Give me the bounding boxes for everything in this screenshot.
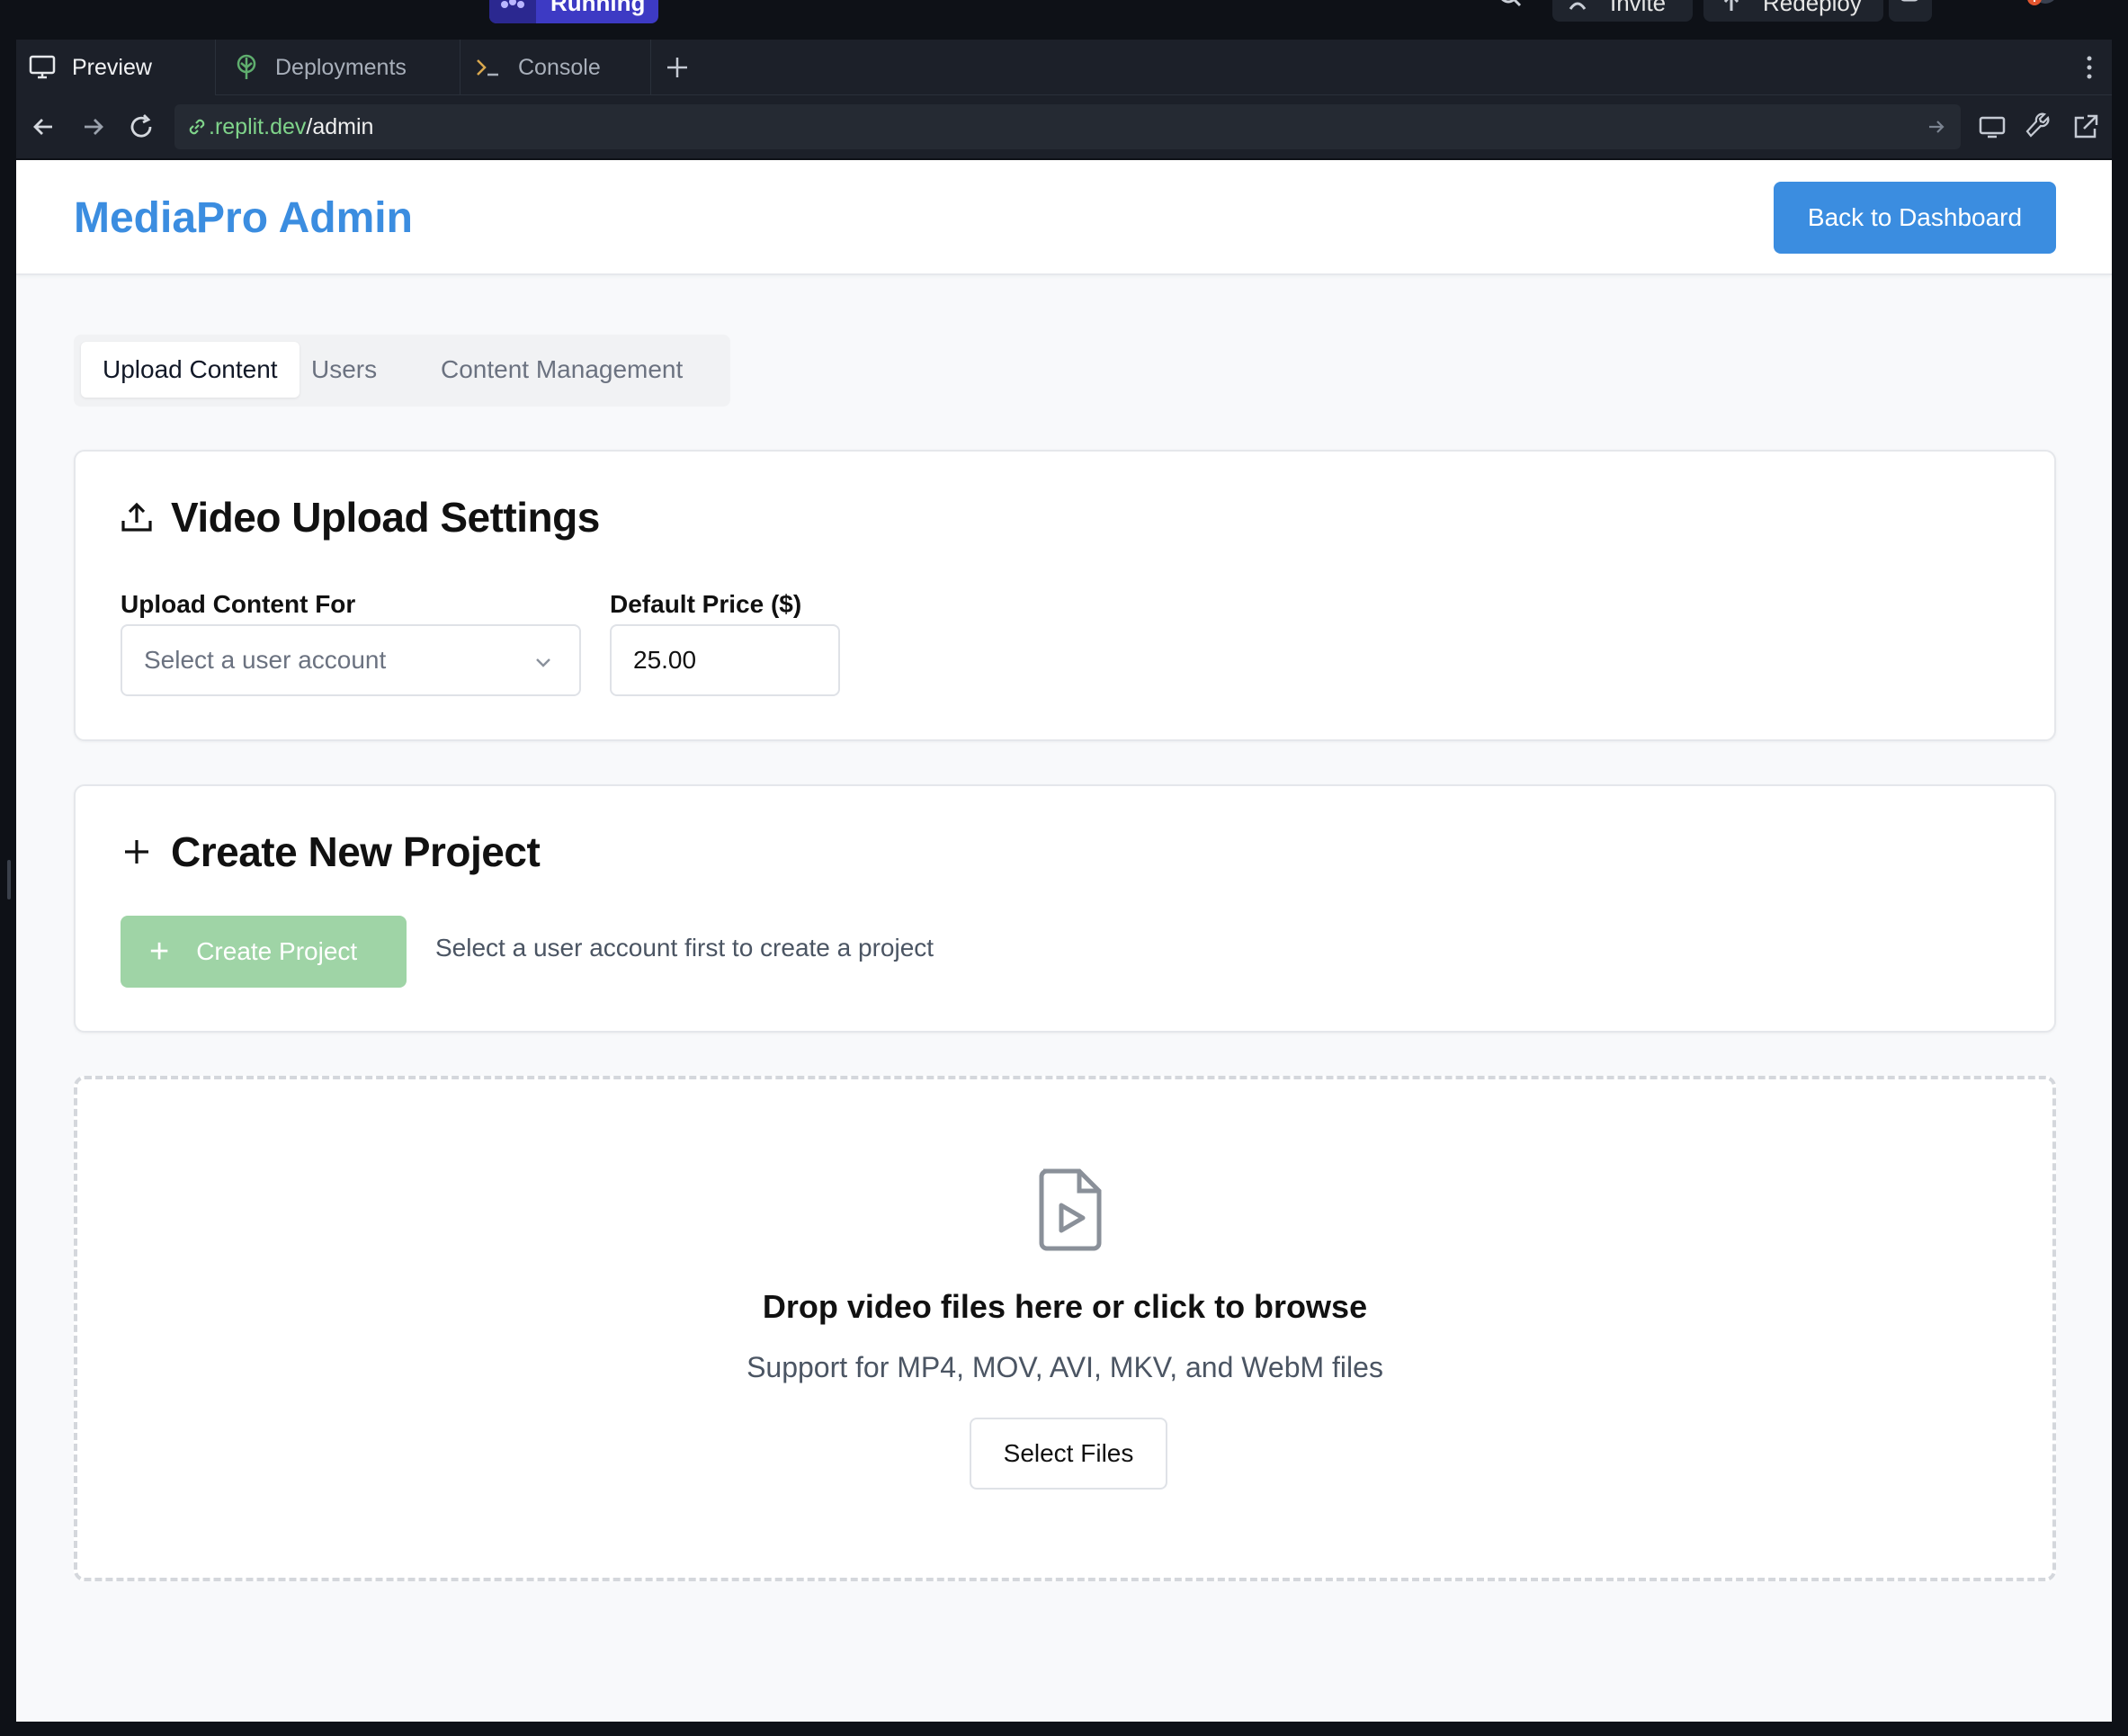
tab-label: Console <box>518 54 601 80</box>
deploy-settings-button[interactable] <box>1889 0 1932 22</box>
tab-upload-content[interactable]: Upload Content <box>81 342 300 398</box>
tab-label: Deployments <box>275 54 407 80</box>
preview-page: MediaPro Admin Back to Dashboard Upload … <box>16 160 2112 1722</box>
admin-tabs: Upload Content Users Content Management <box>74 335 730 407</box>
open-external-icon[interactable] <box>2070 112 2101 142</box>
dropzone-subtitle: Support for MP4, MOV, AVI, MKV, and WebM… <box>747 1351 1383 1383</box>
url-text: .replit.dev/admin <box>209 114 374 139</box>
brand-title: MediaPro Admin <box>74 194 413 242</box>
select-files-button[interactable]: Select Files <box>970 1418 1167 1490</box>
create-project-title: Create New Project <box>121 828 541 876</box>
upload-settings-title: Video Upload Settings <box>121 493 600 541</box>
workspace-tabstrip: Preview Deployments Console <box>16 40 2112 95</box>
tab-users[interactable]: Users <box>290 342 398 398</box>
redeploy-label: Redeploy <box>1763 0 1862 16</box>
monitor-icon <box>29 55 56 79</box>
address-bar[interactable]: .replit.dev/admin <box>174 104 1961 149</box>
user-select-label: Upload Content For <box>121 590 356 618</box>
video-dropzone[interactable]: Drop video files here or click to browse… <box>74 1076 2056 1581</box>
back-arrow-icon[interactable] <box>29 112 59 142</box>
run-status-label: Running <box>550 0 646 16</box>
run-status-button[interactable]: Running <box>489 0 658 23</box>
dropzone-title: Drop video files here or click to browse <box>762 1288 1368 1325</box>
plus-icon <box>125 840 148 864</box>
resize-handle[interactable] <box>7 860 11 899</box>
forward-arrow-icon[interactable] <box>77 112 108 142</box>
file-video-icon <box>1034 1168 1106 1252</box>
reload-icon[interactable] <box>126 112 156 142</box>
go-arrow-icon[interactable] <box>1925 115 1948 139</box>
wrench-icon[interactable] <box>2024 112 2054 142</box>
price-label: Default Price ($) <box>610 590 802 618</box>
tab-preview[interactable]: Preview <box>16 40 216 95</box>
app-header: MediaPro Admin Back to Dashboard <box>16 160 2112 275</box>
device-icon[interactable] <box>1977 112 2007 142</box>
upload-settings-card: Video Upload Settings Upload Content For… <box>74 450 2056 741</box>
more-options-icon[interactable] <box>2076 52 2103 83</box>
add-tab-icon[interactable] <box>662 52 693 83</box>
replit-logo-icon <box>489 0 536 23</box>
back-to-dashboard-button[interactable]: Back to Dashboard <box>1774 182 2056 254</box>
box-icon <box>1898 0 1921 13</box>
default-price-input[interactable]: 25.00 <box>610 624 840 696</box>
user-add-icon <box>1569 0 1594 14</box>
redeploy-icon <box>1720 0 1743 14</box>
tab-deployments[interactable]: Deployments <box>216 40 460 95</box>
chevron-down-icon <box>531 649 556 675</box>
upload-icon <box>121 502 152 532</box>
tab-label: Preview <box>72 54 152 80</box>
create-project-hint: Select a user account first to create a … <box>435 934 934 962</box>
search-icon[interactable] <box>1497 0 1533 22</box>
invite-button[interactable]: Invite <box>1552 0 1693 22</box>
terminal-icon <box>477 59 498 76</box>
deploy-icon <box>237 54 256 79</box>
link-icon <box>185 115 209 139</box>
bell-icon[interactable] <box>1957 0 1993 22</box>
invite-label: Invite <box>1610 0 1667 16</box>
create-project-button[interactable]: + Create Project <box>121 916 407 988</box>
redeploy-button[interactable]: Redeploy <box>1703 0 1883 22</box>
user-account-select[interactable]: Select a user account <box>121 624 581 696</box>
avatar[interactable] <box>2020 0 2056 22</box>
tab-content-management[interactable]: Content Management <box>419 342 704 398</box>
tab-console[interactable]: Console <box>460 40 651 95</box>
preview-navbar: .replit.dev/admin <box>16 95 2112 158</box>
create-project-card: Create New Project + Create Project Sele… <box>74 784 2056 1033</box>
replit-topbar: Running Invite Redeploy <box>0 0 2128 36</box>
plus-icon: + <box>149 933 170 971</box>
